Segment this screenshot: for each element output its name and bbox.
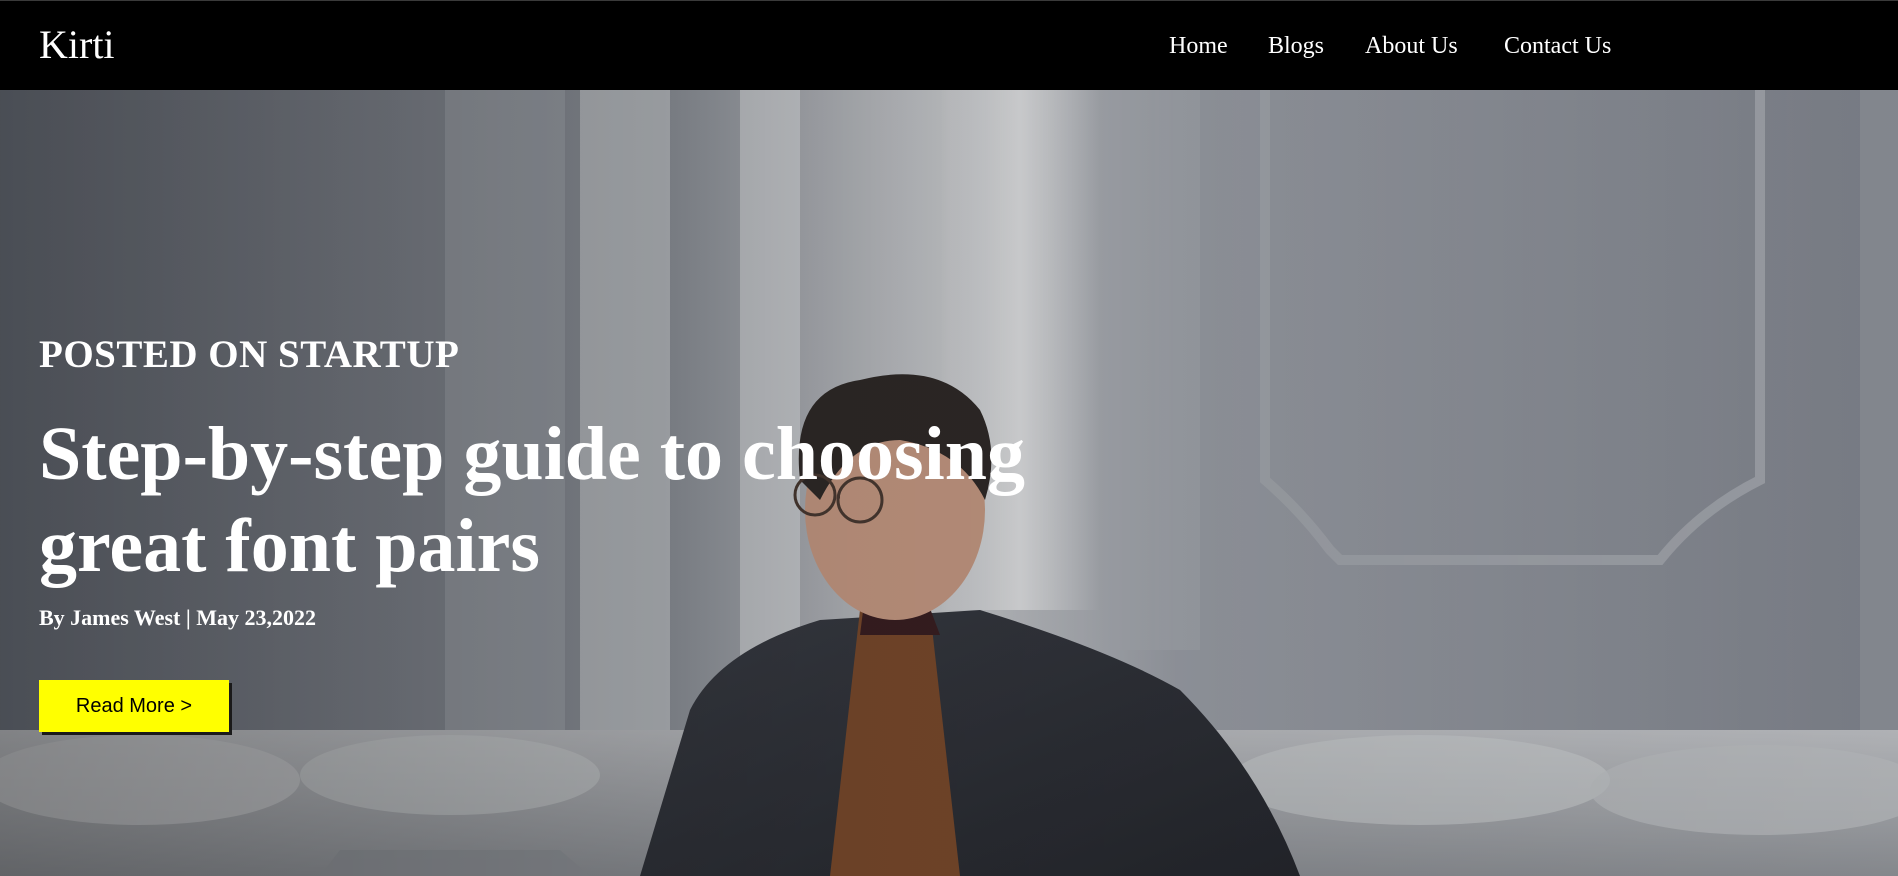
- top-navbar: Kirti Home Blogs About Us Contact Us: [0, 0, 1898, 90]
- nav-links: Home Blogs About Us Contact Us: [0, 31, 1898, 61]
- post-category: POSTED ON STARTUP: [39, 333, 460, 376]
- nav-contact-link[interactable]: Contact Us: [1504, 31, 1611, 61]
- nav-blogs-link[interactable]: Blogs: [1268, 31, 1324, 61]
- nav-about-link[interactable]: About Us: [1365, 31, 1458, 61]
- post-title: Step-by-step guide to choosing great fon…: [39, 412, 1025, 588]
- read-more-button[interactable]: Read More >: [39, 680, 229, 732]
- hero-section: POSTED ON STARTUP Step-by-step guide to …: [0, 90, 1898, 876]
- nav-home-link[interactable]: Home: [1169, 31, 1228, 61]
- post-byline: By James West | May 23,2022: [39, 605, 316, 630]
